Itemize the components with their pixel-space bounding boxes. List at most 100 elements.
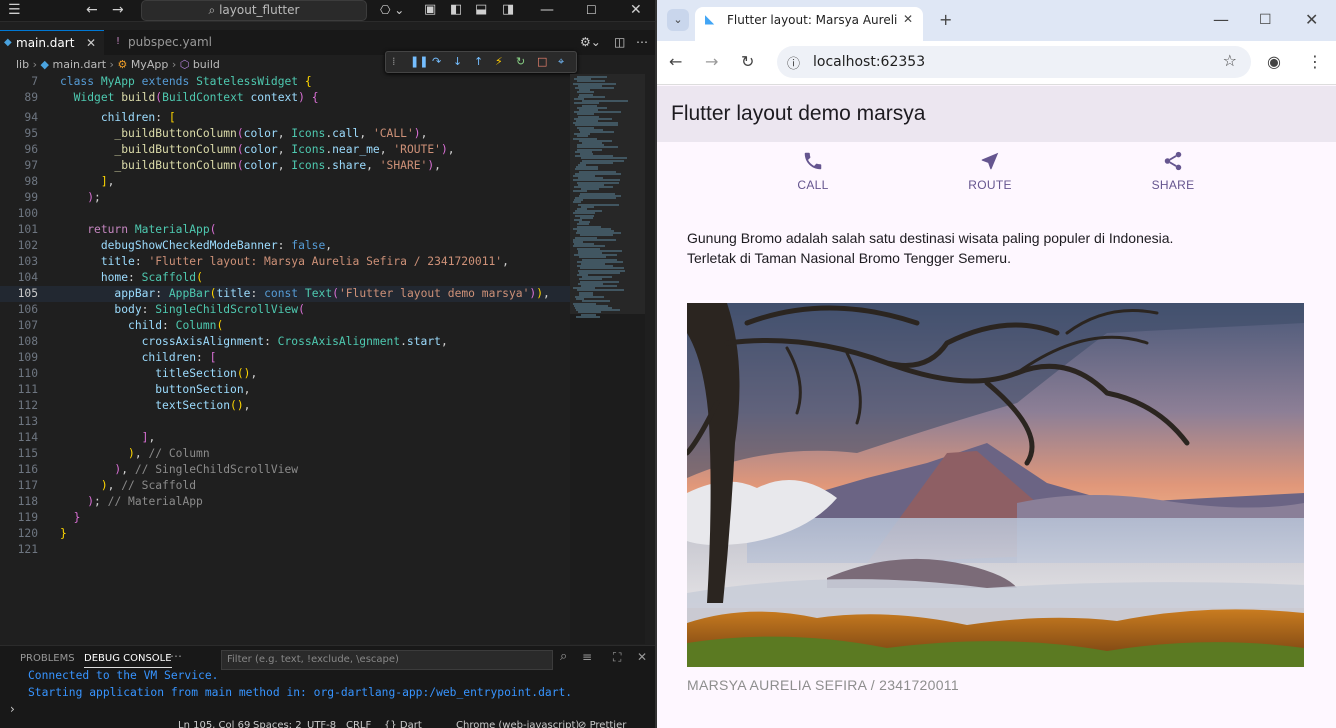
search-icon[interactable]: ⌕: [560, 649, 567, 665]
tab-pubspec-yaml[interactable]: ! pubspec.yaml: [112, 30, 222, 55]
chrome-tab[interactable]: ◣ Flutter layout: Marsya Aurelia Sefira …: [695, 7, 923, 41]
breadcrumb-build[interactable]: build: [193, 58, 220, 71]
photo-caption: MARSYA AURELIA SEFIRA / 2341720011: [687, 677, 959, 693]
forward-icon[interactable]: →: [705, 52, 718, 72]
address-bar[interactable]: ⓘ localhost:62353 ☆: [777, 46, 1251, 78]
chrome-tab-strip: ⌄ ◣ Flutter layout: Marsya Aurelia Sefir…: [657, 0, 1336, 41]
chrome-toolbar: ← → ↻ ⓘ localhost:62353 ☆ ◉ ⋮: [657, 41, 1336, 85]
layout-icon[interactable]: ▣: [424, 0, 436, 20]
chevron-right-icon: ›: [32, 58, 41, 71]
debug-toolbar: ⁞ ❚❚ ↷ ↓ ↑ ⚡ ↻ □ ⌖: [385, 51, 577, 73]
minimap-line: [576, 315, 600, 318]
indentation[interactable]: Spaces: 2: [253, 720, 302, 728]
maximize-panel-icon[interactable]: ⛶: [613, 649, 621, 665]
maximize-icon[interactable]: ☐: [1259, 10, 1272, 30]
description-line-2: Terletak di Taman Nasional Bromo Tengger…: [687, 250, 1011, 266]
close-panel-icon[interactable]: ✕: [637, 649, 647, 665]
call-label: CALL: [797, 178, 829, 192]
tab-main-dart[interactable]: ◆ main.dart ✕: [0, 30, 104, 55]
vscode-title-bar: ☰ ← → ⌕ layout_flutter ⎔ ⌄ ▣ ◧ ⬓ ◨ — ☐ ✕: [0, 0, 655, 22]
chrome-window: ⌄ ◣ Flutter layout: Marsya Aurelia Sefir…: [657, 0, 1336, 728]
close-icon[interactable]: ✕: [630, 0, 642, 20]
route-button[interactable]: ROUTE: [945, 150, 1035, 192]
chrome-tab-title: Flutter layout: Marsya Aurelia Sefira / …: [727, 13, 897, 27]
minimize-icon[interactable]: —: [540, 0, 554, 20]
console-line: Starting application from main method in…: [28, 686, 573, 699]
device-selector[interactable]: Chrome (web-javascript): [456, 720, 579, 728]
app-bar-title: Flutter layout demo marsya: [671, 102, 926, 125]
navigation-arrow-icon: [981, 152, 999, 170]
minimize-icon[interactable]: —: [1213, 10, 1229, 30]
copilot-icon[interactable]: ⎔ ⌄: [380, 0, 404, 20]
close-tab-icon[interactable]: ✕: [86, 31, 96, 55]
toggle-panel-icon[interactable]: ⬓: [475, 0, 487, 20]
language-mode[interactable]: {} Dart: [384, 720, 422, 728]
stop-icon[interactable]: □: [537, 54, 547, 70]
restart-icon[interactable]: ↻: [516, 54, 525, 70]
share-label: SHARE: [1151, 178, 1195, 192]
tab-problems[interactable]: PROBLEMS: [20, 651, 75, 667]
profile-icon[interactable]: ◉: [1267, 52, 1281, 72]
tab-search-icon[interactable]: ⌄: [667, 9, 689, 31]
tab-debug-console[interactable]: DEBUG CONSOLE: [84, 651, 172, 668]
site-info-icon[interactable]: ⓘ: [787, 53, 800, 72]
reload-icon[interactable]: ↻: [741, 52, 754, 72]
close-window-icon[interactable]: ✕: [1305, 10, 1318, 30]
new-tab-icon[interactable]: +: [939, 10, 952, 30]
phone-icon: [804, 152, 822, 170]
clear-console-icon[interactable]: ≡: [582, 649, 592, 665]
breadcrumb-lib[interactable]: lib: [16, 58, 29, 71]
step-out-icon[interactable]: ↑: [474, 54, 483, 70]
step-over-icon[interactable]: ↷: [432, 54, 441, 70]
description-line-1: Gunung Bromo adalah salah satu destinasi…: [687, 230, 1174, 246]
close-tab-icon[interactable]: ✕: [903, 12, 913, 26]
bottom-panel: PROBLEMS DEBUG CONSOLE ⋯ Filter (e.g. te…: [0, 645, 655, 728]
drag-handle-icon[interactable]: ⁞: [392, 54, 396, 70]
bookmark-star-icon[interactable]: ☆: [1223, 51, 1237, 70]
url-text: localhost:62353: [813, 54, 926, 70]
toggle-secondary-sidebar-icon[interactable]: ◨: [502, 0, 514, 20]
call-button[interactable]: CALL: [768, 150, 858, 192]
chevron-right-icon[interactable]: ›: [10, 701, 15, 717]
flutter-favicon-icon: ◣: [705, 12, 715, 26]
search-icon: ⌕: [208, 3, 220, 17]
command-center-search[interactable]: ⌕ layout_flutter: [141, 0, 367, 21]
run-debug-icon[interactable]: ⚙⌄: [580, 32, 601, 52]
encoding[interactable]: UTF-8: [307, 720, 336, 728]
method-symbol-icon: ⬡: [179, 58, 190, 71]
console-line: Connected to the VM Service.: [28, 669, 219, 682]
maximize-icon[interactable]: ☐: [586, 0, 597, 20]
step-into-icon[interactable]: ↓: [453, 54, 462, 70]
line-ending[interactable]: CRLF: [346, 720, 371, 728]
class-symbol-icon: ⚙: [117, 58, 128, 71]
route-label: ROUTE: [968, 178, 1012, 192]
yaml-file-icon: !: [116, 36, 121, 47]
more-icon[interactable]: ⋯: [170, 648, 182, 664]
share-icon: [1164, 151, 1182, 171]
formatter[interactable]: ⊘ Prettier: [578, 720, 626, 728]
dart-file-icon: ◆: [40, 58, 49, 71]
console-filter-input[interactable]: Filter (e.g. text, !exclude, \escape): [221, 650, 553, 670]
split-editor-icon[interactable]: ◫: [614, 32, 625, 52]
breadcrumb-main-dart[interactable]: main.dart: [52, 58, 106, 71]
breadcrumb-myapp[interactable]: MyApp: [131, 58, 169, 71]
dart-file-icon: ◆: [4, 37, 12, 48]
chrome-menu-icon[interactable]: ⋮: [1307, 52, 1323, 72]
share-button[interactable]: SHARE: [1128, 150, 1218, 192]
landscape-image: [687, 303, 1304, 667]
minimap[interactable]: [570, 74, 645, 644]
more-actions-icon[interactable]: ⋯: [636, 32, 648, 52]
back-icon[interactable]: ←: [669, 52, 682, 72]
vscode-window: ☰ ← → ⌕ layout_flutter ⎔ ⌄ ▣ ◧ ⬓ ◨ — ☐ ✕…: [0, 0, 655, 728]
forward-icon[interactable]: →: [112, 0, 124, 20]
app-bar: Flutter layout demo marsya: [657, 86, 1336, 142]
cursor-position[interactable]: Ln 105, Col 69: [178, 720, 250, 728]
code-editor[interactable]: 7 class MyApp extends StatelessWidget { 8…: [0, 74, 570, 644]
devtools-icon[interactable]: ⌖: [558, 54, 564, 70]
menu-icon[interactable]: ☰: [8, 0, 21, 20]
toggle-sidebar-icon[interactable]: ◧: [450, 0, 462, 20]
status-bar: Ln 105, Col 69 Spaces: 2 UTF-8 CRLF {} D…: [0, 718, 655, 728]
back-icon[interactable]: ←: [86, 0, 98, 20]
pause-icon[interactable]: ❚❚: [410, 54, 428, 70]
hot-reload-icon[interactable]: ⚡: [495, 54, 503, 70]
